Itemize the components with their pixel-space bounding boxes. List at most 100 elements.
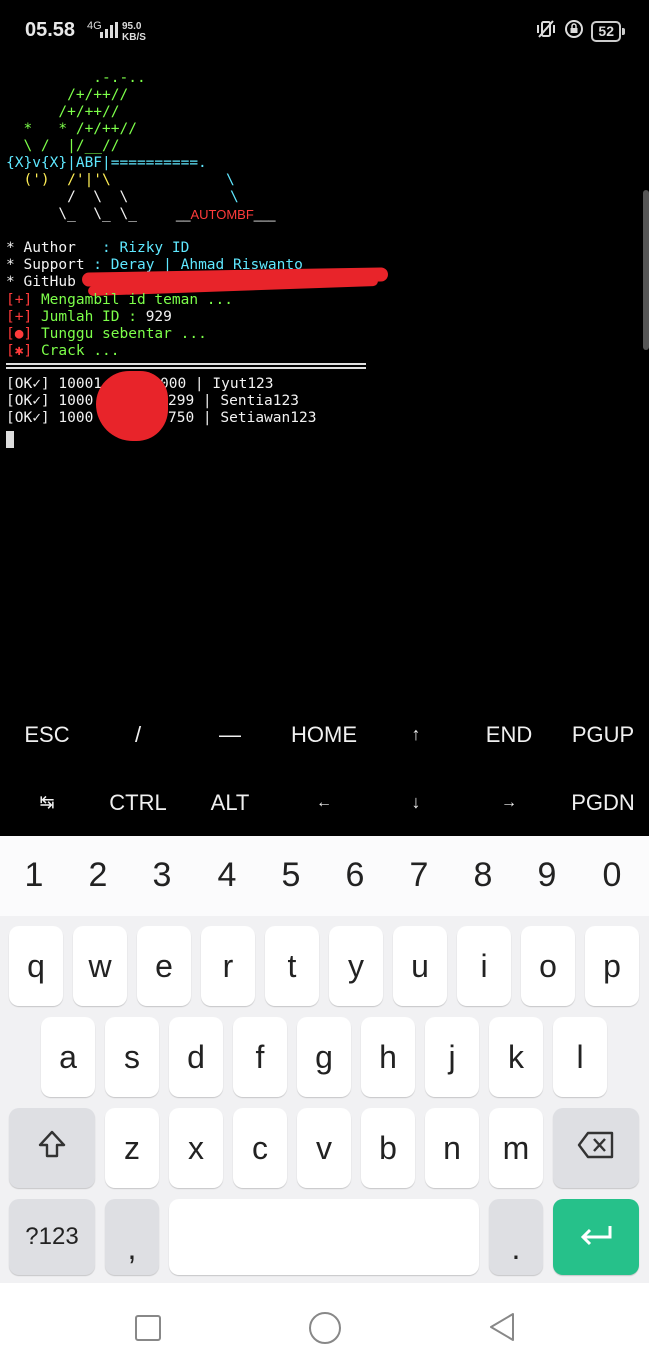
key-label: y xyxy=(348,947,364,984)
alt-key[interactable]: ALT xyxy=(190,790,270,816)
key-label: t xyxy=(287,947,297,984)
key-s[interactable]: s xyxy=(105,1017,159,1097)
ctrl-key[interactable]: CTRL xyxy=(98,790,178,816)
key-label: , xyxy=(127,1229,137,1266)
key-l[interactable]: l xyxy=(553,1017,607,1097)
result-row: [OK✓] 1000 xyxy=(6,393,94,409)
key-5[interactable]: 5 xyxy=(271,856,311,895)
key-m[interactable]: m xyxy=(489,1108,543,1188)
key-label: d xyxy=(187,1038,205,1075)
banner-line: /+/++// xyxy=(6,104,120,120)
right-arrow-key[interactable]: → xyxy=(469,794,549,812)
back-icon[interactable] xyxy=(488,1312,516,1346)
net-speed: 95.0 KB/S xyxy=(122,21,146,43)
signal-icon xyxy=(100,22,118,42)
key-0[interactable]: 0 xyxy=(592,856,632,895)
down-arrow-key[interactable]: ↓ xyxy=(376,792,456,813)
key-e[interactable]: e xyxy=(137,926,191,1006)
key-z[interactable]: z xyxy=(105,1108,159,1188)
dash-key[interactable]: — xyxy=(190,722,270,748)
key-g[interactable]: g xyxy=(297,1017,351,1097)
key-p[interactable]: p xyxy=(585,926,639,1006)
key-b[interactable]: b xyxy=(361,1108,415,1188)
key-1[interactable]: 1 xyxy=(14,856,54,895)
net-speed-unit: KB/S xyxy=(122,32,146,43)
key-label: k xyxy=(508,1038,524,1075)
tab-key[interactable]: ↹ xyxy=(7,792,87,813)
up-arrow-key[interactable]: ↑ xyxy=(376,724,456,745)
backspace-icon xyxy=(577,1130,615,1167)
key-u[interactable]: u xyxy=(393,926,447,1006)
banner-line: * * /+/++// xyxy=(6,121,137,137)
key-label: ?123 xyxy=(25,1223,79,1250)
comma-key[interactable]: , xyxy=(105,1199,159,1275)
result-row: 299 | Sentia123 xyxy=(168,393,299,409)
key-j[interactable]: j xyxy=(425,1017,479,1097)
pgup-key[interactable]: PGUP xyxy=(563,722,643,748)
terminal-output[interactable]: .-.-.. /+/++// /+/++// * * /+/++// \ / |… xyxy=(0,66,649,706)
key-7[interactable]: 7 xyxy=(399,856,439,895)
key-label: z xyxy=(124,1129,140,1166)
key-label: r xyxy=(222,947,234,984)
home-key[interactable]: HOME xyxy=(284,722,364,748)
key-c[interactable]: c xyxy=(233,1108,287,1188)
navigation-bar xyxy=(0,1283,649,1371)
key-label: b xyxy=(379,1129,397,1166)
key-r[interactable]: r xyxy=(201,926,255,1006)
key-label: j xyxy=(448,1038,456,1075)
key-d[interactable]: d xyxy=(169,1017,223,1097)
recents-icon[interactable] xyxy=(135,1315,161,1341)
left-arrow-key[interactable]: ← xyxy=(284,794,364,812)
home-icon[interactable] xyxy=(309,1312,341,1344)
key-3[interactable]: 3 xyxy=(142,856,182,895)
result-row: 000 | Iyut123 xyxy=(160,376,274,392)
key-n[interactable]: n xyxy=(425,1108,479,1188)
esc-key[interactable]: ESC xyxy=(7,722,87,748)
key-t[interactable]: t xyxy=(265,926,319,1006)
scrollbar[interactable] xyxy=(643,190,649,350)
key-9[interactable]: 9 xyxy=(527,856,567,895)
pgdn-key[interactable]: PGDN xyxy=(563,790,643,816)
step-line: [✱] Crack ... xyxy=(6,343,120,359)
key-label: m xyxy=(502,1129,530,1166)
slash-key[interactable]: / xyxy=(98,722,178,748)
key-label: w xyxy=(88,947,112,984)
key-2[interactable]: 2 xyxy=(78,856,118,895)
shift-key[interactable] xyxy=(9,1108,95,1188)
key-o[interactable]: o xyxy=(521,926,575,1006)
battery-icon: 52 xyxy=(591,20,625,42)
key-4[interactable]: 4 xyxy=(207,856,247,895)
key-label: f xyxy=(255,1038,265,1075)
key-a[interactable]: a xyxy=(41,1017,95,1097)
key-k[interactable]: k xyxy=(489,1017,543,1097)
shift-icon xyxy=(37,1129,67,1167)
key-v[interactable]: v xyxy=(297,1108,351,1188)
key-label: u xyxy=(411,947,429,984)
banner-line: / \ \ xyxy=(6,189,129,205)
step-line: [+] Jumlah ID : 929 xyxy=(6,309,172,325)
banner-line: /+/++// xyxy=(6,87,129,103)
key-6[interactable]: 6 xyxy=(335,856,375,895)
divider xyxy=(6,363,366,365)
period-key[interactable]: . xyxy=(489,1199,543,1275)
key-x[interactable]: x xyxy=(169,1108,223,1188)
step-line: [●] Tunggu sebentar ... xyxy=(6,326,207,342)
key-label: l xyxy=(576,1038,584,1075)
key-label: i xyxy=(480,947,488,984)
key-i[interactable]: i xyxy=(457,926,511,1006)
key-h[interactable]: h xyxy=(361,1017,415,1097)
space-key[interactable] xyxy=(169,1199,479,1275)
banner-line: \ / |/__// xyxy=(6,138,120,154)
enter-key[interactable] xyxy=(553,1199,639,1275)
end-key[interactable]: END xyxy=(469,722,549,748)
key-f[interactable]: f xyxy=(233,1017,287,1097)
vibrate-icon xyxy=(535,20,557,42)
symbols-key[interactable]: ?123 xyxy=(9,1199,95,1275)
key-y[interactable]: y xyxy=(329,926,383,1006)
terminal-cursor xyxy=(6,431,14,448)
key-8[interactable]: 8 xyxy=(463,856,503,895)
automf-label: __AUTOMBF___ xyxy=(176,207,276,222)
key-w[interactable]: w xyxy=(73,926,127,1006)
backspace-key[interactable] xyxy=(553,1108,639,1188)
key-q[interactable]: q xyxy=(9,926,63,1006)
